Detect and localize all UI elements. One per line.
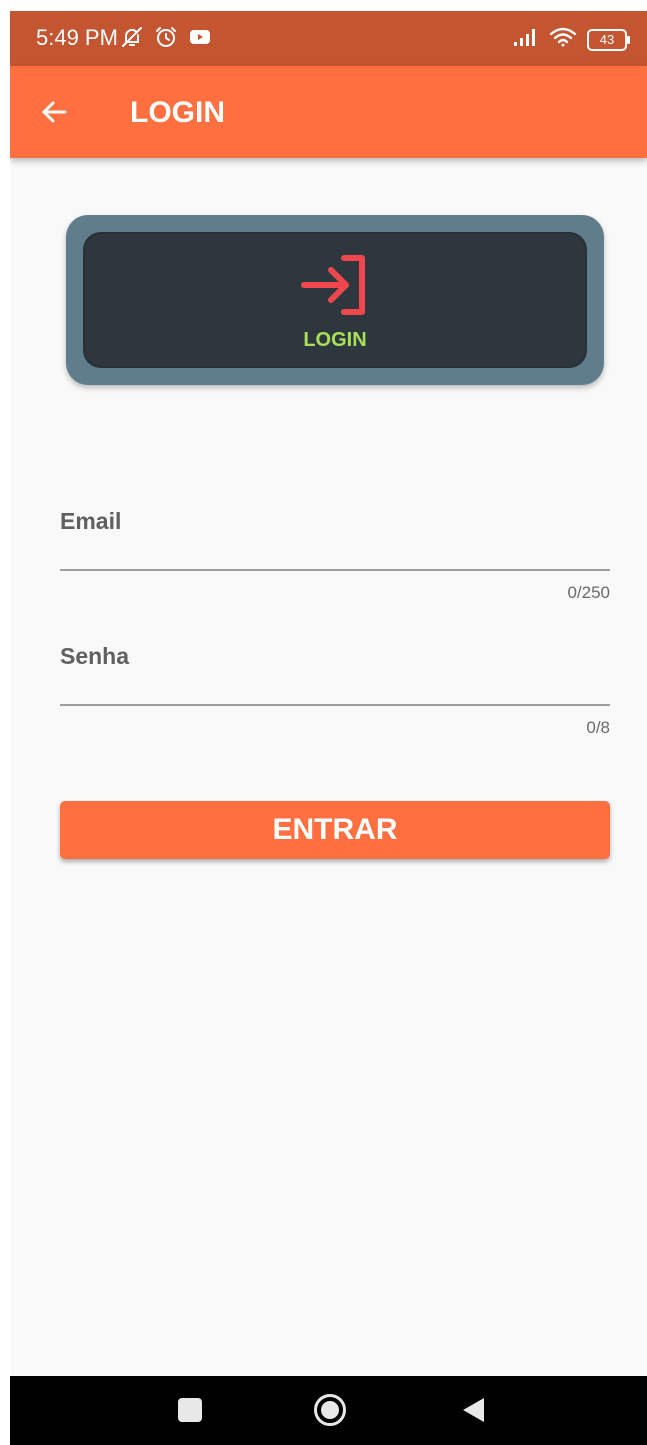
navigation-bar [10,1376,647,1445]
notifications-off-icon [120,25,144,54]
email-label: Email [60,508,122,534]
password-counter: 0/8 [586,718,610,737]
nav-back-button[interactable] [455,1394,491,1430]
back-button[interactable] [32,92,76,136]
page-title: LOGIN [130,96,225,129]
status-icons-right: 43 [513,26,630,53]
home-button[interactable] [312,1393,348,1432]
recents-icon [177,1397,203,1428]
battery-icon: 43 [587,28,630,51]
email-counter: 0/250 [567,583,610,602]
status-icons-left [120,25,212,54]
email-field[interactable] [60,539,610,571]
login-card-inner: LOGIN [83,232,587,368]
login-icon [300,254,372,316]
status-time: 5:49 PM [36,25,118,50]
arrow-left-icon [39,97,69,132]
app-screen: 5:49 PM 43 LOGIN LOGIN Email 0/250 Senha… [10,11,647,1445]
login-card-label: LOGIN [303,329,367,351]
submit-button[interactable]: ENTRAR [60,801,610,859]
status-bar: 5:49 PM 43 [10,11,647,66]
login-card[interactable]: LOGIN [66,215,604,385]
email-field-group: Email 0/250 [60,507,610,607]
recents-button[interactable] [172,1394,208,1430]
youtube-icon [188,25,212,54]
back-icon [460,1396,486,1429]
signal-icon [513,27,539,52]
app-bar: LOGIN [10,66,647,158]
wifi-icon [549,26,577,53]
password-field[interactable] [60,674,610,706]
password-label: Senha [60,643,130,669]
home-icon [313,1393,347,1432]
alarm-icon [154,25,178,54]
password-field-group: Senha 0/8 [60,642,610,742]
